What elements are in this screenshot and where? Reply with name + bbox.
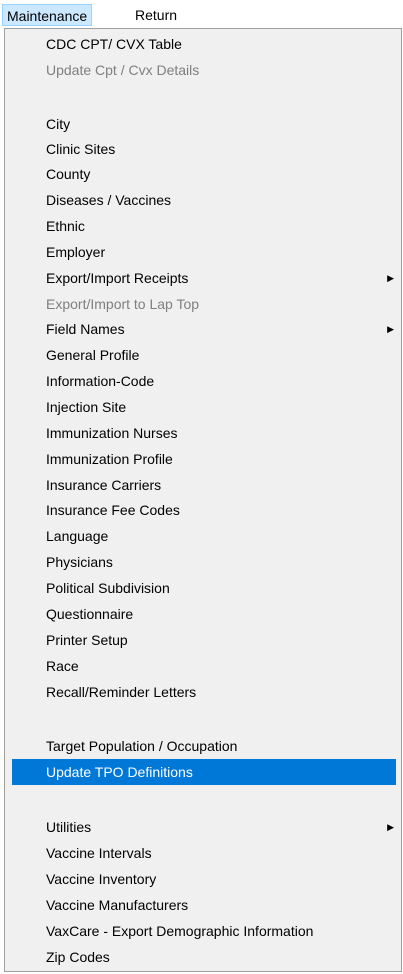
menu-item-clinic-sites[interactable]: Clinic Sites [12,136,396,162]
menu-item-physicians[interactable]: Physicians [12,549,396,575]
menu-item-label: Language [46,528,109,544]
menu-item-injection-site[interactable]: Injection Site [12,394,396,420]
menu-item-label: Zip Codes [46,949,110,965]
menu-item-city[interactable]: City [12,111,396,137]
menu-item-zip-codes[interactable]: Zip Codes [12,944,396,970]
menu-item-label: Vaccine Inventory [46,871,157,887]
menu-item-label: Target Population / Occupation [46,738,238,754]
menu-item-label: Clinic Sites [46,141,116,157]
menu-item-utilities[interactable]: Utilities ▶ [12,814,396,840]
menu-item-vaccine-manufacturers[interactable]: Vaccine Manufacturers [12,892,396,918]
menu-item-printer-setup[interactable]: Printer Setup [12,627,396,653]
menu-item-label: Information-Code [46,373,155,389]
menu-item-employer[interactable]: Employer [12,239,396,265]
menu-item-label: Questionnaire [46,606,134,622]
menu-item-export-import-receipts[interactable]: Export/Import Receipts ▶ [12,265,396,291]
menu-item-label: Printer Setup [46,632,128,648]
menu-item-label: Insurance Carriers [46,477,162,493]
menu-item-diseases-vaccines[interactable]: Diseases / Vaccines [12,187,396,213]
menu-item-label: Race [46,658,79,674]
menu-item-label: Update TPO Definitions [46,764,193,780]
menu-item-questionnaire[interactable]: Questionnaire [12,601,396,627]
menu-item-vaccine-intervals[interactable]: Vaccine Intervals [12,840,396,866]
menu-item-label: Recall/Reminder Letters [46,684,197,700]
menu-item-ethnic[interactable]: Ethnic [12,213,396,239]
menu-item-label: Political Subdivision [46,580,170,596]
menu-item-label: VaxCare - Export Demographic Information [46,923,314,939]
menu-item-label: General Profile [46,347,140,363]
menu-item-label: County [46,166,91,182]
menu-item-target-population-occupation[interactable]: Target Population / Occupation [12,733,396,759]
menu-item-immunization-profile[interactable]: Immunization Profile [12,446,396,472]
chevron-right-icon: ▶ [387,273,394,283]
menu-item-label: Immunization Profile [46,451,173,467]
menu-item-field-names[interactable]: Field Names ▶ [12,316,396,342]
menu-item-county[interactable]: County [12,161,396,187]
menu-item-update-cpt-cvx-details: Update Cpt / Cvx Details [12,57,396,83]
menu-item-label: Vaccine Intervals [46,845,152,861]
menu-item-label: Field Names [46,321,125,337]
menu-item-vaxcare-export-demographic[interactable]: VaxCare - Export Demographic Information [12,918,396,944]
menu-item-language[interactable]: Language [12,523,396,549]
menu-item-label: CDC CPT/ CVX Table [46,36,182,52]
menu-item-vaccine-inventory[interactable]: Vaccine Inventory [12,866,396,892]
menu-bar: Maintenance Return [0,0,403,28]
menu-item-political-subdivision[interactable]: Political Subdivision [12,575,396,601]
menu-item-label: Insurance Fee Codes [46,502,180,518]
menu-item-label: Physicians [46,554,113,570]
menu-item-race[interactable]: Race [12,653,396,679]
menu-item-update-tpo-definitions[interactable]: Update TPO Definitions [12,759,396,785]
menu-item-cdc-cpt-cvx-table[interactable]: CDC CPT/ CVX Table [12,31,396,57]
menu-item-label: Export/Import Receipts [46,270,189,286]
menu-item-label: Ethnic [46,218,85,234]
menu-item-label: Immunization Nurses [46,425,178,441]
menu-item-label: Diseases / Vaccines [46,192,172,208]
menu-item-recall-reminder-letters[interactable]: Recall/Reminder Letters [12,679,396,705]
menu-item-information-code[interactable]: Information-Code [12,368,396,394]
chevron-right-icon: ▶ [387,822,394,832]
menu-item-label: Update Cpt / Cvx Details [46,62,200,78]
menu-item-label: Vaccine Manufacturers [46,897,189,913]
menu-item-immunization-nurses[interactable]: Immunization Nurses [12,420,396,446]
menu-item-general-profile[interactable]: General Profile [12,342,396,368]
menu-item-export-import-lap-top: Export/Import to Lap Top [12,291,396,317]
menu-return[interactable]: Return [131,4,181,26]
menu-item-insurance-carriers[interactable]: Insurance Carriers [12,472,396,498]
menu-item-label: City [46,116,71,132]
chevron-right-icon: ▶ [387,324,394,334]
menu-item-label: Utilities [46,819,92,835]
menu-item-label: Injection Site [46,399,127,415]
menu-item-label: Employer [46,244,106,260]
menu-item-insurance-fee-codes[interactable]: Insurance Fee Codes [12,497,396,523]
menu-item-label: Export/Import to Lap Top [46,296,200,312]
menu-maintenance[interactable]: Maintenance [2,4,93,26]
